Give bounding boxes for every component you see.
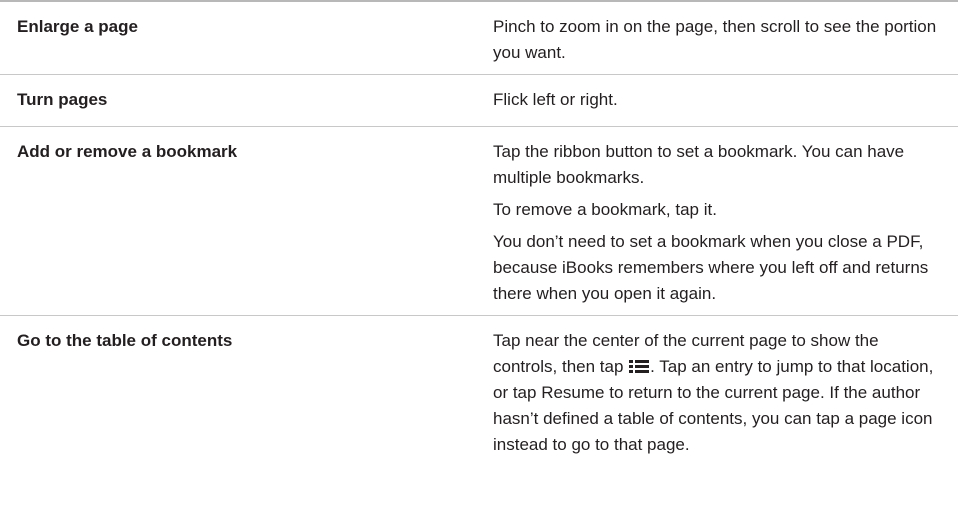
- action-description: Tap the ribbon button to set a bookmark.…: [477, 127, 958, 315]
- description-paragraph: You don’t need to set a bookmark when yo…: [493, 232, 929, 303]
- action-description: Flick left or right.: [477, 75, 958, 126]
- action-label: Go to the table of contents: [17, 331, 233, 350]
- table-row: Go to the table of contents Tap near the…: [0, 316, 958, 528]
- action-description: Pinch to zoom in on the page, then scrol…: [477, 2, 958, 74]
- description-paragraph: Tap near the center of the current page …: [493, 328, 946, 458]
- description-paragraph: Flick left or right.: [493, 90, 618, 109]
- table-row: Add or remove a bookmark Tap the ribbon …: [0, 127, 958, 316]
- actions-table: Enlarge a page Pinch to zoom in on the p…: [0, 0, 958, 528]
- description-paragraph: Tap the ribbon button to set a bookmark.…: [493, 142, 905, 187]
- table-row: Turn pages Flick left or right.: [0, 75, 958, 127]
- action-label: Turn pages: [17, 90, 108, 109]
- action-description: Tap near the center of the current page …: [477, 316, 958, 528]
- description-paragraph: To remove a bookmark, tap it.: [493, 200, 717, 219]
- action-label: Add or remove a bookmark: [17, 142, 238, 161]
- list-icon: [629, 359, 650, 373]
- table-row: Enlarge a page Pinch to zoom in on the p…: [0, 0, 958, 75]
- action-label: Enlarge a page: [17, 17, 138, 36]
- description-paragraph: Pinch to zoom in on the page, then scrol…: [493, 17, 937, 62]
